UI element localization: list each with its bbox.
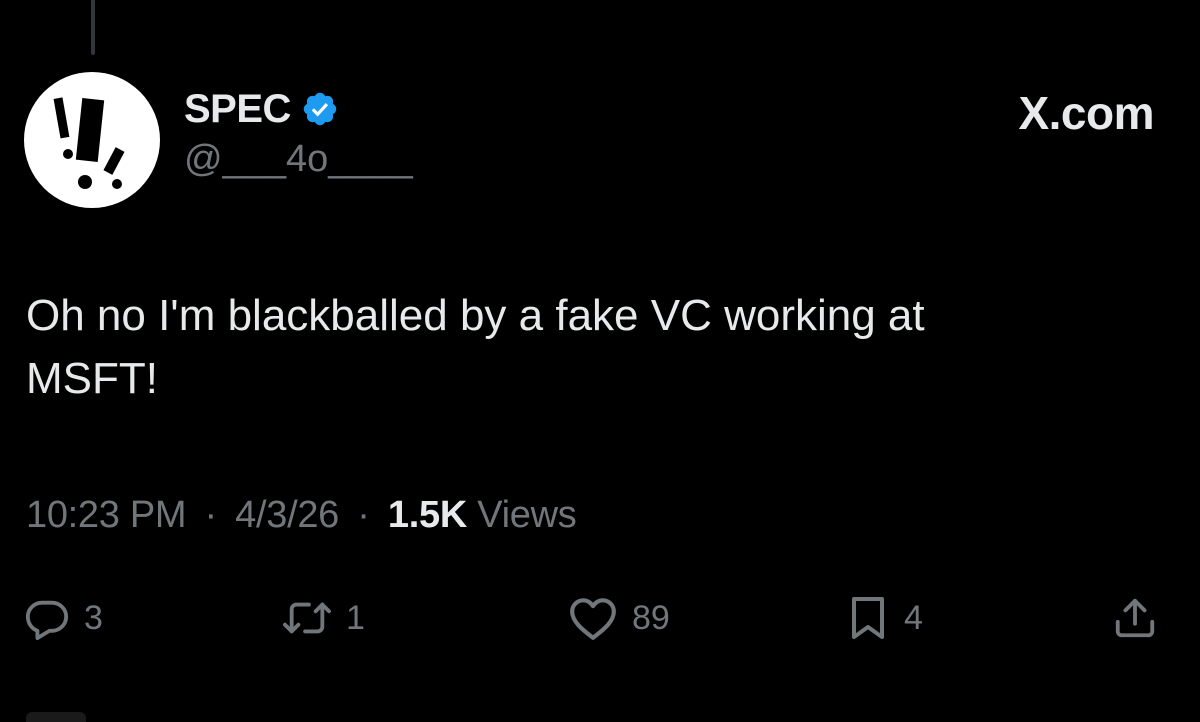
- bookmark-icon: [852, 597, 884, 639]
- reply-bubble-icon: [25, 600, 69, 641]
- avatar[interactable]: [24, 72, 160, 208]
- tweet-actions-bar: 3 1 89 4: [0, 588, 1200, 648]
- display-name-row: SPEC: [184, 84, 413, 134]
- views-count[interactable]: 1.5K: [388, 494, 467, 536]
- display-name[interactable]: SPEC: [184, 87, 291, 132]
- exclamation-logo-icon: [53, 97, 125, 189]
- heart-icon: [570, 598, 616, 640]
- verified-badge-icon[interactable]: [301, 90, 339, 128]
- bookmark-button[interactable]: 4: [846, 588, 923, 648]
- author-handle[interactable]: @___4o____: [184, 138, 413, 181]
- meta-separator: ·: [357, 494, 370, 536]
- site-label: X.com: [1018, 87, 1154, 139]
- author-header: SPEC @___4o____: [184, 84, 413, 181]
- thread-connector-line: [91, 0, 95, 55]
- next-item-edge: [26, 712, 86, 722]
- tweet-metadata: 10:23 PM · 4/3/26 · 1.5K Views: [26, 494, 577, 537]
- share-upload-icon: [1115, 598, 1155, 638]
- retweet-count: 1: [346, 598, 365, 637]
- retweet-arrows-icon: [283, 602, 331, 634]
- tweet-text: Oh no I'm blackballed by a fake VC worki…: [26, 291, 925, 403]
- reply-button[interactable]: 3: [24, 588, 103, 648]
- tweet-time[interactable]: 10:23 PM: [26, 494, 187, 536]
- reply-count: 3: [84, 598, 103, 637]
- share-button[interactable]: [1112, 588, 1158, 648]
- retweet-button[interactable]: 1: [282, 588, 365, 648]
- like-count: 89: [632, 598, 670, 637]
- bookmark-count: 4: [904, 598, 923, 637]
- like-button[interactable]: 89: [568, 588, 670, 648]
- tweet-date[interactable]: 4/3/26: [235, 494, 339, 536]
- views-label: Views: [477, 494, 577, 536]
- meta-separator: ·: [204, 494, 218, 536]
